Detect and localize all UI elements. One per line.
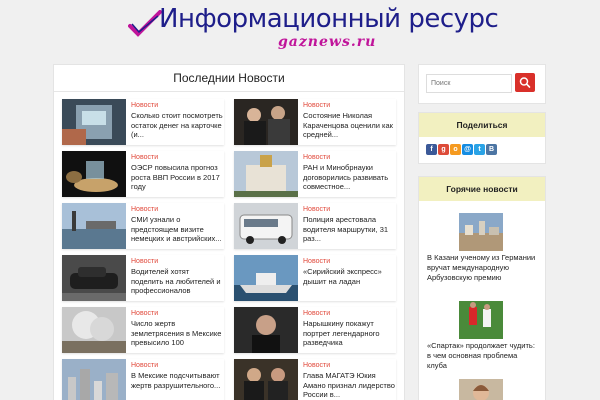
card-title[interactable]: РАН и Минобрнауки договорились развивать… bbox=[303, 163, 395, 192]
card-category[interactable]: Новости bbox=[131, 101, 223, 110]
twitter-icon[interactable]: t bbox=[474, 144, 485, 155]
card-category[interactable]: Новости bbox=[131, 361, 223, 370]
card-title[interactable]: ОЭСР повысила прогноз роста ВВП России в… bbox=[131, 163, 223, 192]
card-category[interactable]: Новости bbox=[303, 205, 395, 214]
card-category[interactable]: Новости bbox=[303, 309, 395, 318]
money-photo[interactable] bbox=[62, 151, 126, 197]
card-category[interactable]: Новости bbox=[303, 361, 395, 370]
news-card[interactable]: Новости Водителей хотят поделить на люби… bbox=[62, 255, 224, 301]
card-title[interactable]: Полиция арестовала водителя маршрутки, 3… bbox=[303, 215, 395, 244]
card-category[interactable]: Новости bbox=[131, 153, 223, 162]
building-photo[interactable] bbox=[234, 151, 298, 197]
city-aerial-photo[interactable] bbox=[459, 213, 503, 251]
card-title[interactable]: Состояние Николая Караченцова оценили ка… bbox=[303, 111, 395, 140]
card-title[interactable]: СМИ узнали о предстоящем визите немецких… bbox=[131, 215, 223, 244]
city-photo[interactable] bbox=[62, 359, 126, 400]
card-title[interactable]: «Сирийский экспресс» дышит на ладан bbox=[303, 267, 395, 286]
news-card[interactable]: Новости В Мексике подсчитывают жертв раз… bbox=[62, 359, 224, 400]
card-category[interactable]: Новости bbox=[303, 101, 395, 110]
car-photo[interactable] bbox=[62, 255, 126, 301]
google-plus-icon[interactable]: g bbox=[438, 144, 449, 155]
card-title[interactable]: В Мексике подсчитывают жертв разрушитель… bbox=[131, 371, 223, 390]
checkmark-icon bbox=[128, 10, 162, 37]
news-card[interactable]: Новости «Сирийский экспресс» дышит на ла… bbox=[234, 255, 396, 301]
share-widget: Поделиться f g о @ t В bbox=[418, 112, 546, 164]
atm-photo[interactable] bbox=[62, 99, 126, 145]
hot-news-heading: Горячие новости bbox=[419, 177, 545, 201]
facebook-icon[interactable]: f bbox=[426, 144, 437, 155]
news-card[interactable]: Новости Глава МАГАТЭ Юкия Амано признал … bbox=[234, 359, 396, 400]
card-category[interactable]: Новости bbox=[131, 257, 223, 266]
mailru-icon[interactable]: @ bbox=[462, 144, 473, 155]
card-title[interactable]: Глава МАГАТЭ Юкия Амано признал лидерств… bbox=[303, 371, 395, 400]
van-photo[interactable] bbox=[234, 203, 298, 249]
news-card[interactable]: Новости Состояние Николая Караченцова оц… bbox=[234, 99, 396, 145]
search-input[interactable] bbox=[426, 74, 512, 93]
card-category[interactable]: Новости bbox=[303, 257, 395, 266]
sea-photo[interactable] bbox=[62, 203, 126, 249]
news-card[interactable]: Новости Число жертв землетрясения в Мекс… bbox=[62, 307, 224, 353]
news-card[interactable]: Новости Нарышкину покажут портрет легенд… bbox=[234, 307, 396, 353]
news-card[interactable]: Новости Полиция арестовала водителя марш… bbox=[234, 203, 396, 249]
site-title: Информационный ресурс bbox=[159, 4, 499, 34]
card-category[interactable]: Новости bbox=[131, 205, 223, 214]
odnoklassniki-icon[interactable]: о bbox=[450, 144, 461, 155]
card-title[interactable]: Водителей хотят поделить на любителей и … bbox=[131, 267, 223, 296]
search-icon bbox=[519, 77, 531, 88]
hot-news-widget: Горячие новости В Казани ученому из Герм… bbox=[418, 176, 546, 400]
person-photo[interactable] bbox=[459, 379, 503, 400]
news-card[interactable]: Новости СМИ узнали о предстоящем визите … bbox=[62, 203, 224, 249]
card-title[interactable]: Число жертв землетрясения в Мексике прев… bbox=[131, 319, 223, 348]
search-button[interactable] bbox=[515, 73, 535, 92]
share-heading: Поделиться bbox=[419, 113, 545, 137]
people-photo[interactable] bbox=[234, 99, 298, 145]
card-category[interactable]: Новости bbox=[303, 153, 395, 162]
news-card[interactable]: Новости Сколько стоит посмотреть остаток… bbox=[62, 99, 224, 145]
search-widget bbox=[418, 64, 546, 104]
news-card[interactable]: Новости ОЭСР повысила прогноз роста ВВП … bbox=[62, 151, 224, 197]
site-subtitle: gaznews.ru bbox=[278, 34, 377, 50]
section-title: Последнии Новости bbox=[54, 65, 404, 92]
card-category[interactable]: Новости bbox=[131, 309, 223, 318]
latest-news-section: Последнии Новости Новости Сколько стоит … bbox=[53, 64, 405, 400]
smoke-photo[interactable] bbox=[62, 307, 126, 353]
football-photo[interactable] bbox=[459, 301, 503, 339]
site-header: Информационный ресурс gaznews.ru bbox=[0, 0, 600, 62]
hot-news-title[interactable]: «Спартак» продолжает чудить: в чем основ… bbox=[427, 341, 539, 371]
officials-photo[interactable] bbox=[234, 359, 298, 400]
card-title[interactable]: Нарышкину покажут портрет легендарного р… bbox=[303, 319, 395, 348]
card-title[interactable]: Сколько стоит посмотреть остаток денег н… bbox=[131, 111, 223, 140]
hot-news-title[interactable]: В Казани ученому из Германии вручат межд… bbox=[427, 253, 539, 283]
ship-photo[interactable] bbox=[234, 255, 298, 301]
vk-icon[interactable]: В bbox=[486, 144, 497, 155]
site-logo[interactable]: Информационный ресурс gaznews.ru bbox=[128, 4, 499, 56]
news-card[interactable]: Новости РАН и Минобрнауки договорились р… bbox=[234, 151, 396, 197]
portrait-photo[interactable] bbox=[234, 307, 298, 353]
